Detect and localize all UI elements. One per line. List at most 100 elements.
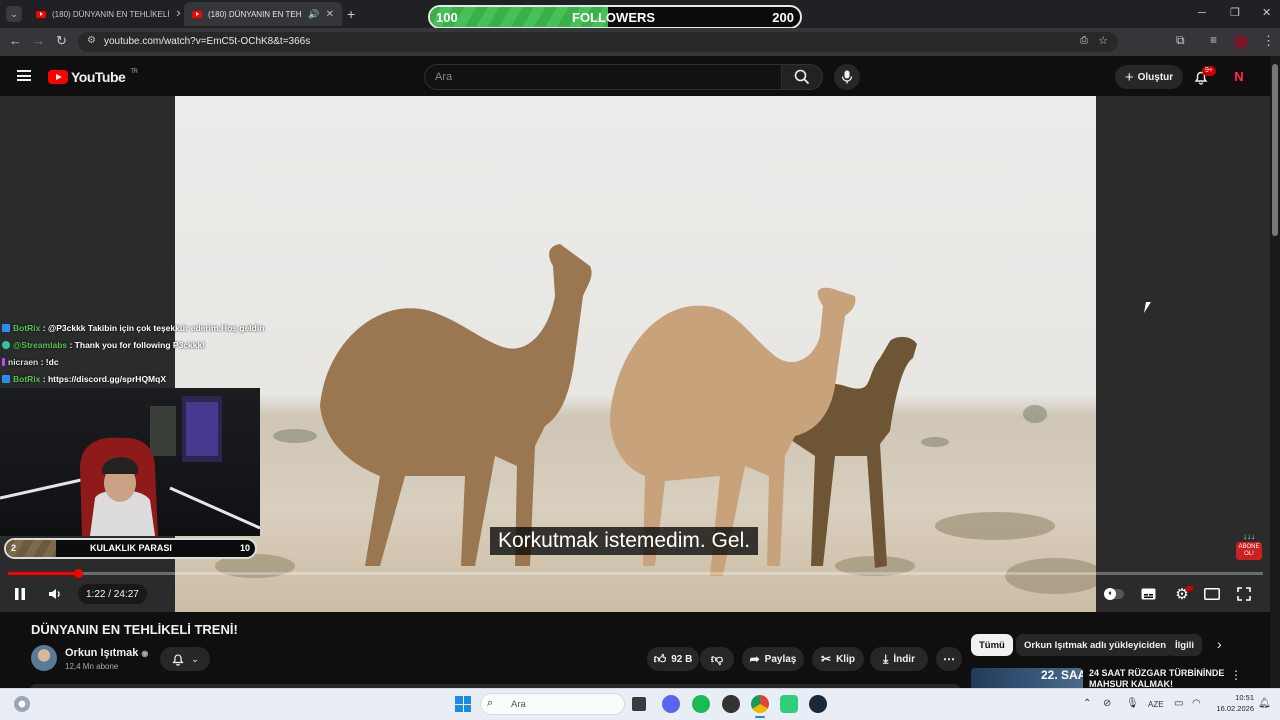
streamlabs-badge-icon (2, 341, 10, 349)
chat-text: : @P3ckkk Takibin için çok teşekkür eder… (40, 323, 265, 333)
down-arrows-icon: ↓↓↓ (1243, 532, 1255, 541)
bookmark-star-icon[interactable]: ☆ (1098, 34, 1108, 47)
recommended-video-title[interactable]: 24 SAAT RÜZGAR TÜRBİNİNDE MAHSUR KALMAK! (1089, 668, 1229, 688)
android-app-icon[interactable] (780, 695, 798, 713)
voice-search-button[interactable] (834, 64, 860, 90)
taskbar-search-input[interactable]: Ara (480, 693, 625, 715)
taskbar-clock[interactable]: 10:51 16.02.2026 (1210, 692, 1254, 714)
more-horizontal-icon: ⋯ (943, 652, 955, 666)
autoplay-toggle[interactable]: ⏸ (1102, 586, 1126, 602)
search-icon (794, 69, 810, 85)
active-app-indicator (755, 716, 765, 718)
plus-icon: + (1124, 68, 1134, 86)
filter-chip-all[interactable]: Tümü (971, 634, 1013, 656)
youtube-region: TR (130, 69, 138, 75)
start-button[interactable] (455, 696, 471, 712)
youtube-logo-text: YouTube (71, 69, 126, 85)
maximize-button[interactable]: ❐ (1230, 6, 1240, 19)
address-bar[interactable]: ⚙ youtube.com/watch?v=EmC5t-OChK8&t=366s… (78, 32, 1118, 52)
spotify-icon[interactable] (692, 695, 710, 713)
more-actions-button[interactable]: ⋯ (936, 647, 962, 671)
speaker-icon[interactable]: 🔊 (308, 9, 319, 20)
keyboard-language[interactable]: AZE (1148, 700, 1164, 709)
reload-button[interactable]: ↻ (56, 33, 67, 49)
tab-title: (180) DÜNYANIN EN TEHLİKELİ (52, 9, 170, 19)
scissors-icon: ✂ (821, 652, 832, 666)
minimize-button[interactable]: ─ (1198, 7, 1206, 19)
streamer-webcam-image (0, 396, 260, 536)
youtube-favicon-icon (36, 10, 46, 18)
browser-tab[interactable]: (180) DÜNYANIN EN TEHLİKELİ ✕ (28, 2, 180, 26)
thumbs-down-icon: 👎︎ (710, 651, 724, 666)
followers-goal-end: 200 (772, 10, 794, 25)
steam-icon[interactable] (809, 695, 827, 713)
account-avatar[interactable]: N (1231, 69, 1247, 85)
extensions-icon[interactable]: ⧉ (1176, 33, 1185, 48)
chat-message: BotRix : @P3ckkk Takibin için çok teşekk… (2, 323, 264, 333)
tray-chevron-up-icon[interactable]: ⌃ (1083, 698, 1091, 709)
widgets-icon[interactable] (14, 696, 30, 712)
like-count: 92 B (671, 653, 693, 665)
game-app-icon[interactable] (722, 695, 740, 713)
settings-button[interactable]: ⚙ (1171, 586, 1193, 603)
task-view-icon[interactable] (632, 697, 646, 711)
pause-button[interactable] (12, 586, 28, 602)
more-vertical-icon[interactable]: ⋮ (1230, 668, 1242, 682)
youtube-logo[interactable]: YouTube TR (48, 69, 138, 85)
channel-name[interactable]: Orkun Işıtmak ◉ (65, 647, 148, 659)
theater-mode-button[interactable] (1203, 586, 1221, 602)
theater-mode-icon (1204, 588, 1220, 600)
search-button[interactable] (781, 64, 823, 90)
dislike-button[interactable]: 👎︎ (700, 647, 734, 671)
microphone-icon[interactable]: 🎙︎ (1126, 698, 1139, 709)
goal-start: 2 (11, 543, 17, 553)
close-window-button[interactable]: ✕ (1262, 6, 1271, 19)
forward-button[interactable]: → (32, 33, 45, 48)
close-icon[interactable]: ✕ (326, 9, 334, 20)
chrome-icon[interactable] (751, 695, 769, 713)
search-input[interactable]: Ara (424, 64, 782, 90)
create-button[interactable]: + Oluştur (1115, 65, 1183, 89)
install-app-icon[interactable]: ⎙ (1080, 35, 1088, 46)
chat-message: @Streamlabs : Thank you for following P3… (2, 340, 205, 350)
download-button[interactable]: ⤓ İndir (870, 647, 928, 671)
notification-badge: 9+ (1202, 66, 1216, 76)
channel-avatar[interactable] (31, 645, 57, 671)
wifi-icon[interactable]: ◠ (1192, 698, 1201, 709)
site-info-icon[interactable]: ⚙ (87, 35, 96, 46)
browser-tab-active[interactable]: (180) DÜNYANIN EN TEHLİKEL 🔊 ✕ (184, 2, 342, 26)
filter-chip-uploader[interactable]: Orkun Işıtmak adlı yükleyiciden (1016, 634, 1175, 656)
recommended-video-thumbnail[interactable]: 22. SAAT (971, 668, 1083, 688)
back-button[interactable]: ← (9, 33, 22, 48)
goal-end: 10 (239, 543, 250, 553)
notifications-button[interactable]: 9+ (1193, 66, 1216, 86)
browser-menu-icon[interactable]: ⋮ (1262, 33, 1275, 49)
thumbs-up-icon: 👍︎ (653, 651, 667, 666)
video-progress-bar[interactable] (8, 572, 1263, 575)
hamburger-menu-icon[interactable] (17, 70, 31, 81)
subscription-bell-button[interactable]: ⌄ (160, 647, 210, 671)
pause-icon (15, 588, 25, 600)
new-tab-button[interactable]: + (347, 6, 355, 22)
tab-search-button[interactable]: ⌄ (6, 6, 22, 22)
page-scrollbar-thumb[interactable] (1272, 64, 1278, 236)
filter-chip-related[interactable]: İlgili (1167, 634, 1202, 656)
clock-time: 10:51 (1235, 693, 1254, 702)
monitor-icon[interactable]: ▭ (1174, 698, 1183, 709)
share-button[interactable]: ➦ Paylaş (742, 647, 804, 671)
media-control-icon[interactable]: ≡ (1210, 33, 1217, 47)
chevron-right-icon[interactable]: › (1217, 636, 1222, 652)
microphone-icon (841, 70, 853, 84)
discord-icon[interactable] (662, 695, 680, 713)
close-icon[interactable]: ✕ (176, 9, 180, 20)
volume-button[interactable] (46, 586, 64, 602)
subtitles-icon (1141, 588, 1155, 600)
subscribe-overlay: ↓↓↓ ABONE OL! (1236, 532, 1262, 560)
notification-center-icon[interactable]: 🔔︎ (1258, 698, 1271, 709)
fullscreen-button[interactable] (1235, 586, 1253, 602)
clip-button[interactable]: ✂ Klip (812, 647, 864, 671)
like-button[interactable]: 👍︎ 92 B (647, 647, 699, 671)
subtitles-button[interactable] (1139, 586, 1157, 602)
network-off-icon[interactable]: ⊘ (1103, 698, 1111, 709)
profile-avatar[interactable] (1234, 35, 1248, 49)
